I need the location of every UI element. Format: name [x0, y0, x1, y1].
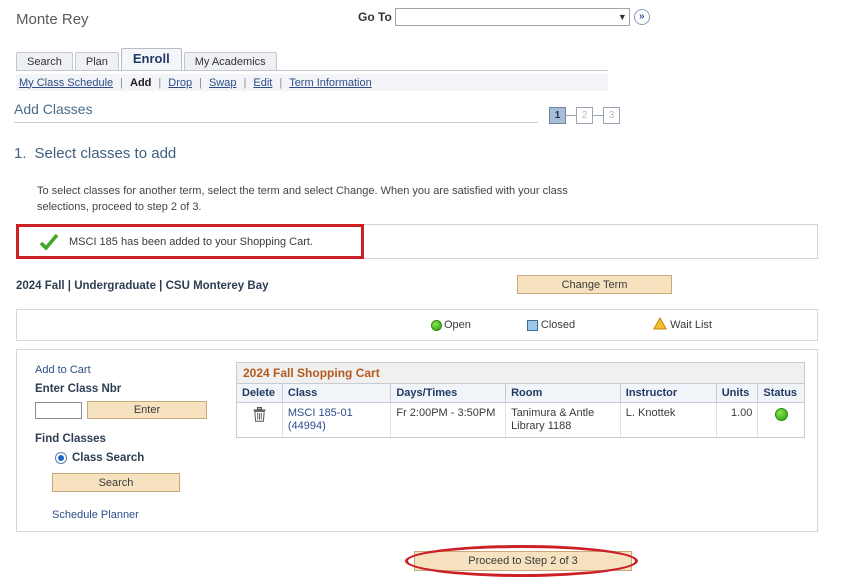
instructions-text: To select classes for another term, sele…: [37, 183, 597, 215]
status-legend: Open Closed Wait List: [16, 309, 818, 341]
find-classes-label: Find Classes: [35, 433, 230, 445]
goto-select[interactable]: [395, 8, 630, 26]
cell-units: 1.00: [716, 403, 758, 438]
tab-plan[interactable]: Plan: [75, 52, 119, 71]
subnav-separator: |: [279, 77, 282, 89]
search-button[interactable]: Search: [52, 473, 180, 492]
enter-button[interactable]: Enter: [87, 401, 207, 419]
legend-item-closed: Closed: [527, 319, 575, 331]
add-to-cart-panel: Add to Cart Enter Class Nbr Enter Find C…: [17, 350, 230, 531]
subnav-item-term-information-label: Term Information: [289, 77, 372, 89]
goto-select-wrapper: ▼: [395, 8, 630, 26]
add-to-cart-heading[interactable]: Add to Cart: [35, 364, 230, 376]
open-circle-icon: [775, 408, 788, 421]
class-link[interactable]: MSCI 185-01 (44994): [288, 407, 353, 432]
column-header-units: Units: [716, 384, 758, 403]
shopping-cart-title: 2024 Fall Shopping Cart: [237, 363, 804, 384]
subnav-item-edit-label: Edit: [253, 77, 272, 89]
green-check-icon: [39, 232, 59, 252]
closed-square-icon: [527, 320, 538, 331]
goto-label: Go To: [358, 10, 392, 24]
cell-delete: [237, 403, 282, 438]
shopping-cart-table-wrapper: 2024 Fall Shopping Cart Delete Class Day…: [236, 362, 805, 438]
tab-enroll-label: Enroll: [133, 51, 170, 66]
cell-days-times: Fr 2:00PM - 3:50PM: [391, 403, 506, 438]
page-title-divider: [14, 122, 538, 123]
tab-search[interactable]: Search: [16, 52, 73, 71]
legend-item-wait-list: Wait List: [653, 317, 712, 333]
page-title: Add Classes: [14, 101, 93, 117]
tab-enroll[interactable]: Enroll: [121, 48, 182, 70]
subnav-item-term-information[interactable]: Term Information: [289, 77, 372, 89]
wait-list-triangle-icon: [653, 317, 667, 333]
main-tabs: Search Plan Enroll My Academics: [16, 48, 279, 70]
class-search-radio[interactable]: [55, 452, 67, 464]
tabs-divider: [16, 70, 608, 71]
section-title: Select classes to add: [35, 145, 177, 162]
schedule-planner-link[interactable]: Schedule Planner: [52, 509, 139, 521]
column-header-class: Class: [282, 384, 390, 403]
step-indicator: 1 2 3: [549, 107, 620, 124]
tab-my-academics-label: My Academics: [195, 56, 266, 68]
subnav-item-drop-label: Drop: [168, 77, 192, 89]
table-row: MSCI 185-01 (44994) Fr 2:00PM - 3:50PM T…: [237, 403, 804, 438]
step-1-box[interactable]: 1: [549, 107, 566, 124]
subnav-item-edit[interactable]: Edit: [253, 77, 272, 89]
goto-go-button[interactable]: »: [634, 9, 650, 25]
confirmation-message-bar: MSCI 185 has been added to your Shopping…: [16, 224, 818, 259]
cell-class: MSCI 185-01 (44994): [282, 403, 390, 438]
app-title: Monte Rey: [16, 11, 89, 28]
column-header-room: Room: [506, 384, 621, 403]
legend-label-wait-list: Wait List: [670, 319, 712, 331]
subnav-item-my-class-schedule-label: My Class Schedule: [19, 77, 113, 89]
step-connector: [566, 115, 576, 116]
section-heading: 1. Select classes to add: [14, 145, 176, 162]
subnav-item-drop[interactable]: Drop: [168, 77, 192, 89]
subnav-separator: |: [199, 77, 202, 89]
subnav-item-my-class-schedule[interactable]: My Class Schedule: [19, 77, 113, 89]
table-header-row: Delete Class Days/Times Room Instructor …: [237, 384, 804, 403]
add-classes-page: Monte Rey Go To ▼ » Search Plan Enroll M…: [0, 0, 850, 583]
step-connector: [593, 115, 603, 116]
subnav-separator: |: [120, 77, 123, 89]
class-search-radio-row[interactable]: Class Search: [55, 452, 230, 464]
cell-status: [758, 403, 804, 438]
proceed-to-step-2-button[interactable]: Proceed to Step 2 of 3: [414, 551, 632, 571]
sub-navigation: My Class Schedule | Add | Drop | Swap | …: [16, 74, 608, 91]
legend-label-open: Open: [444, 319, 471, 331]
shopping-cart-table: Delete Class Days/Times Room Instructor …: [237, 384, 804, 437]
tab-my-academics[interactable]: My Academics: [184, 52, 277, 71]
shopping-cart-panel: 2024 Fall Shopping Cart Delete Class Day…: [230, 350, 817, 531]
subnav-separator: |: [244, 77, 247, 89]
column-header-instructor: Instructor: [620, 384, 716, 403]
section-number: 1.: [14, 145, 27, 162]
class-search-label: Class Search: [72, 452, 144, 464]
tab-plan-label: Plan: [86, 56, 108, 68]
main-content-area: Add to Cart Enter Class Nbr Enter Find C…: [16, 349, 818, 532]
class-nbr-input[interactable]: [35, 402, 82, 419]
confirmation-message-text: MSCI 185 has been added to your Shopping…: [69, 236, 313, 248]
subnav-item-add[interactable]: Add: [130, 77, 151, 89]
term-info-line: 2024 Fall | Undergraduate | CSU Monterey…: [16, 280, 268, 292]
page-header: Monte Rey Go To ▼ »: [0, 0, 850, 42]
cell-room: Tanimura & Antle Library 1188: [506, 403, 621, 438]
tab-search-label: Search: [27, 56, 62, 68]
column-header-delete: Delete: [237, 384, 282, 403]
legend-label-closed: Closed: [541, 319, 575, 331]
class-nbr-row: Enter: [35, 401, 230, 419]
open-circle-icon: [431, 320, 442, 331]
subnav-separator: |: [158, 77, 161, 89]
cell-instructor: L. Knottek: [620, 403, 716, 438]
subnav-item-swap[interactable]: Swap: [209, 77, 237, 89]
step-2-box[interactable]: 2: [576, 107, 593, 124]
column-header-days-times: Days/Times: [391, 384, 506, 403]
column-header-status: Status: [758, 384, 804, 403]
trash-icon[interactable]: [253, 407, 266, 422]
step-3-box[interactable]: 3: [603, 107, 620, 124]
enter-class-nbr-label: Enter Class Nbr: [35, 383, 230, 395]
legend-item-open: Open: [431, 319, 471, 331]
goto-area: Go To ▼ »: [358, 8, 650, 26]
subnav-item-swap-label: Swap: [209, 77, 237, 89]
change-term-button[interactable]: Change Term: [517, 275, 672, 294]
